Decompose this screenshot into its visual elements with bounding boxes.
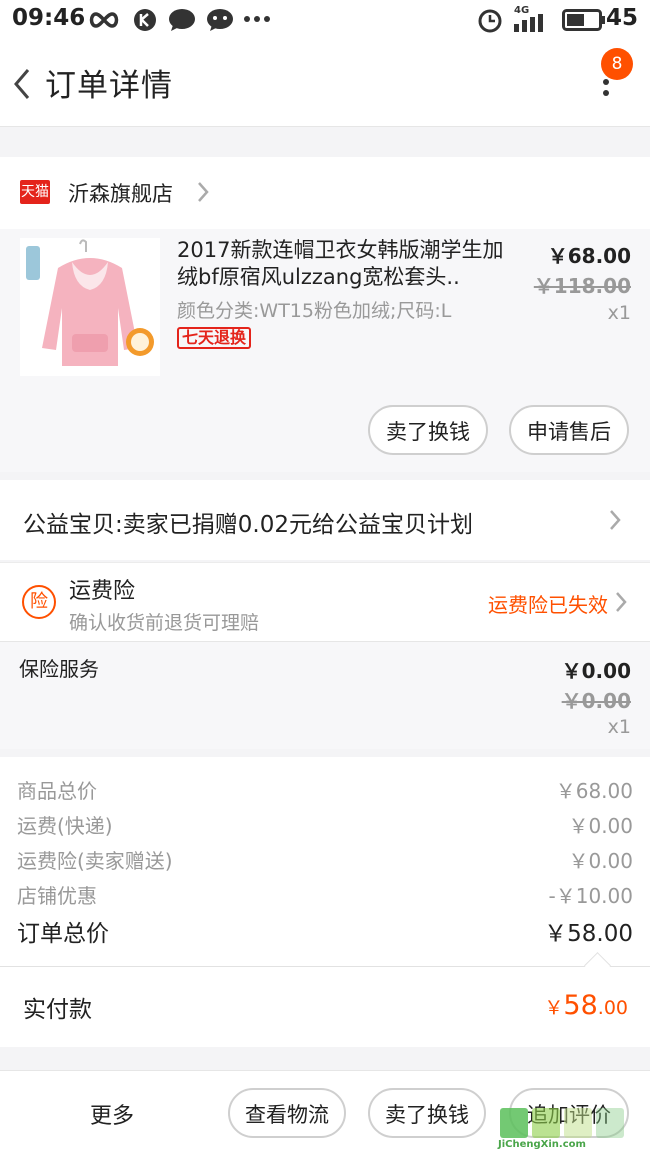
chevron-right-icon <box>198 182 209 202</box>
status-time: 09:46 <box>12 5 86 31</box>
product-title[interactable]: 2017新款连帽卫衣女韩版潮学生加绒bf原宿风ulzzang宽松套头.. <box>177 237 517 291</box>
message-icon <box>169 9 195 31</box>
payment-decimal: .00 <box>597 997 628 1019</box>
summary-value-discount: -￥10.00 <box>548 884 633 908</box>
notification-badge: 8 <box>601 48 633 80</box>
status-bar: 09:46 4G 45 <box>0 0 650 40</box>
sell-for-cash-bottom-button[interactable]: 卖了换钱 <box>368 1088 486 1138</box>
k-app-icon <box>134 9 156 31</box>
chevron-right-icon <box>610 510 621 530</box>
view-logistics-button[interactable]: 查看物流 <box>228 1088 346 1138</box>
summary-value-shipping: ￥0.00 <box>568 814 633 838</box>
summary-value-goods: ￥68.00 <box>555 779 633 803</box>
nav-header: 订单详情 8 <box>0 40 650 127</box>
payment-currency: ￥ <box>544 997 564 1019</box>
watermark-text: JiChengXin.com <box>498 1139 586 1150</box>
product-quantity: x1 <box>607 302 631 324</box>
shipping-insurance-title: 运费险 <box>69 579 136 604</box>
product-spec: 颜色分类:WT15粉色加绒;尺码:L <box>177 300 452 322</box>
signal-4g-icon <box>514 14 543 32</box>
tmall-icon: 天猫 <box>20 180 50 204</box>
after-sale-button[interactable]: 申请售后 <box>509 405 629 455</box>
more-menu-icon[interactable] <box>598 78 614 136</box>
payment-integer: 58 <box>563 990 598 1021</box>
order-total-value: ￥58.00 <box>544 921 633 947</box>
summary-label-shipping-insurance: 运费险(卖家赠送) <box>17 849 173 873</box>
product-thumbnail[interactable] <box>20 238 160 376</box>
order-total-label: 订单总价 <box>17 921 109 947</box>
seven-day-return-tag: 七天退换 <box>177 327 252 349</box>
insurance-service-quantity: x1 <box>607 716 631 738</box>
summary-label-discount: 店铺优惠 <box>17 884 97 908</box>
insurance-service-price: ￥0.00 <box>561 659 631 683</box>
site-watermark: JiChengXin.com <box>496 1106 646 1150</box>
shop-name[interactable]: 沂森旗舰店 <box>68 178 173 208</box>
page-title: 订单详情 <box>45 68 173 104</box>
pink-hoodie-image <box>20 238 160 376</box>
more-dots-icon <box>244 16 270 22</box>
summary-label-shipping: 运费(快递) <box>17 814 113 838</box>
infinity-icon <box>89 12 119 28</box>
battery-icon <box>562 9 605 31</box>
actual-payment-label: 实付款 <box>23 997 92 1023</box>
insurance-service-original-price: ￥0.00 <box>561 689 631 713</box>
sell-for-cash-button[interactable]: 卖了换钱 <box>368 405 488 455</box>
more-button[interactable]: 更多 <box>90 1098 134 1130</box>
chat-icon <box>207 9 233 31</box>
insurance-icon: 险 <box>22 585 56 619</box>
product-price: ￥68.00 <box>547 244 631 268</box>
shipping-insurance-subtitle: 确认收货前退货可理赔 <box>69 612 260 634</box>
product-original-price: ￥118.00 <box>533 274 631 298</box>
insurance-service-label: 保险服务 <box>19 657 99 681</box>
summary-label-goods: 商品总价 <box>17 779 97 803</box>
actual-payment-value: ￥58.00 <box>544 990 628 1021</box>
alarm-icon <box>478 9 502 33</box>
chevron-right-icon <box>616 592 627 612</box>
back-arrow-icon[interactable] <box>8 64 38 104</box>
shipping-insurance-status: 运费险已失效 <box>488 593 608 617</box>
watermark-logo-icon <box>500 1108 624 1138</box>
charity-text: 公益宝贝:卖家已捐赠0.02元给公益宝贝计划 <box>23 512 473 538</box>
summary-value-shipping-insurance: ￥0.00 <box>568 849 633 873</box>
battery-percent: 45 <box>605 5 638 31</box>
